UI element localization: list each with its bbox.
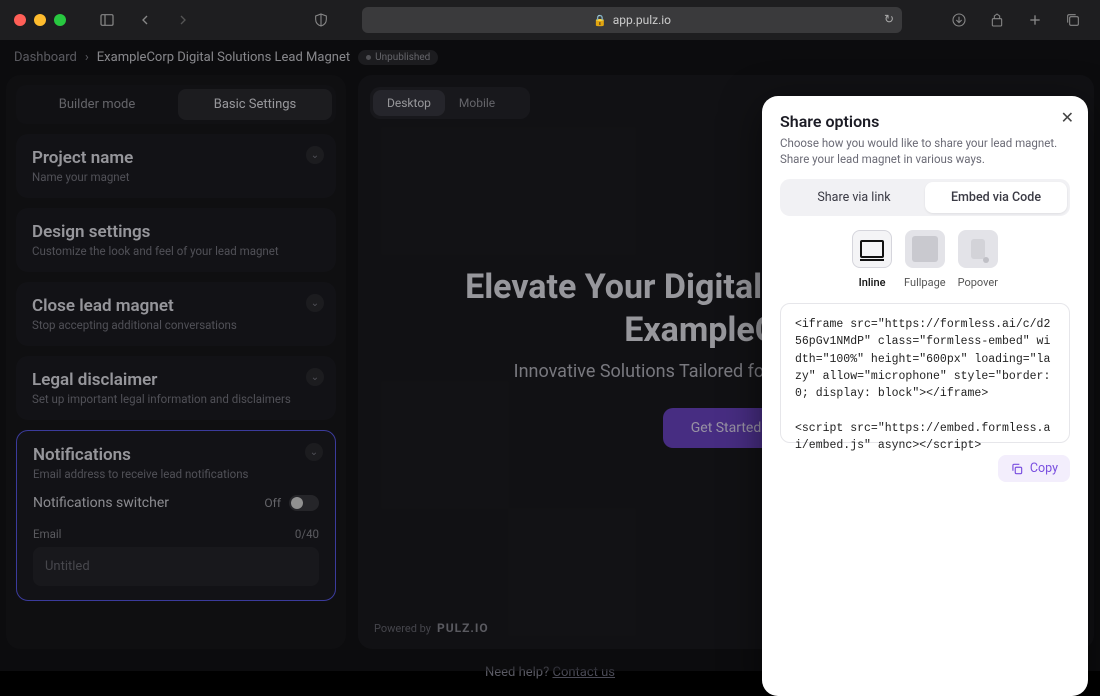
- lock-icon: 🔒: [593, 14, 607, 27]
- back-icon[interactable]: [132, 8, 158, 32]
- tab-share-via-link[interactable]: Share via link: [783, 182, 925, 213]
- email-char-count: 0/40: [295, 527, 319, 541]
- new-tab-icon[interactable]: [1022, 8, 1048, 32]
- browser-chrome: 🔒 app.pulz.io ↻: [0, 0, 1100, 40]
- embed-type-popover[interactable]: Popover: [958, 230, 998, 289]
- popover-icon: [971, 239, 985, 259]
- mode-tabs: Builder mode Basic Settings: [16, 85, 336, 124]
- share-tabs: Share via link Embed via Code: [780, 179, 1070, 216]
- card-design-settings[interactable]: Design settings Customize the look and f…: [16, 208, 336, 272]
- card-project-name[interactable]: Project name Name your magnet ⌄: [16, 134, 336, 198]
- copy-button[interactable]: Copy: [998, 455, 1070, 482]
- share-title: Share options: [780, 112, 1070, 131]
- status-badge: Unpublished: [358, 50, 438, 65]
- embed-code-box[interactable]: <iframe src="https://formless.ai/c/d256p…: [780, 303, 1070, 443]
- card-subtitle: Set up important legal information and d…: [32, 392, 320, 406]
- copy-icon: [1010, 462, 1024, 476]
- url-text: app.pulz.io: [613, 13, 671, 27]
- switch-state-label: Off: [264, 496, 281, 510]
- card-subtitle: Stop accepting additional conversations: [32, 318, 320, 332]
- chevron-down-icon[interactable]: ⌄: [306, 146, 324, 164]
- card-title: Close lead magnet: [32, 296, 320, 316]
- breadcrumb: Dashboard › ExampleCorp Digital Solution…: [0, 40, 1100, 75]
- tab-builder-mode[interactable]: Builder mode: [20, 89, 174, 120]
- tab-basic-settings[interactable]: Basic Settings: [178, 89, 332, 120]
- breadcrumb-current[interactable]: ExampleCorp Digital Solutions Lead Magne…: [97, 50, 350, 65]
- settings-sidebar: Builder mode Basic Settings Project name…: [6, 75, 346, 649]
- breadcrumb-root[interactable]: Dashboard: [14, 50, 77, 65]
- sidebar-toggle-icon[interactable]: [94, 8, 120, 32]
- fullpage-icon: [912, 236, 938, 262]
- card-title: Design settings: [32, 222, 320, 242]
- powered-by: Powered by PULZ.IO: [374, 621, 489, 635]
- notifications-toggle[interactable]: [289, 495, 319, 511]
- share-icon[interactable]: [984, 8, 1010, 32]
- device-tabs: Desktop Mobile: [370, 87, 530, 119]
- notifications-switcher-label: Notifications switcher: [33, 495, 169, 511]
- forward-icon[interactable]: [170, 8, 196, 32]
- tab-desktop[interactable]: Desktop: [373, 90, 445, 116]
- card-legal-disclaimer[interactable]: Legal disclaimer Set up important legal …: [16, 356, 336, 420]
- card-subtitle: Customize the look and feel of your lead…: [32, 244, 320, 258]
- window-controls: [14, 14, 66, 26]
- tabs-icon[interactable]: [1060, 8, 1086, 32]
- reload-icon[interactable]: ↻: [884, 12, 894, 26]
- card-subtitle: Email address to receive lead notificati…: [33, 467, 319, 481]
- embed-type-inline[interactable]: Inline: [852, 230, 892, 289]
- maximize-window-icon[interactable]: [54, 14, 66, 26]
- brand-logo: PULZ.IO: [437, 621, 489, 635]
- email-field-label: Email: [33, 527, 61, 541]
- close-button[interactable]: ✕: [1061, 108, 1074, 127]
- close-window-icon[interactable]: [14, 14, 26, 26]
- share-subtitle: Choose how you would like to share your …: [780, 135, 1070, 167]
- card-title: Notifications: [33, 445, 319, 465]
- chevron-down-icon[interactable]: ⌄: [305, 443, 323, 461]
- email-field[interactable]: Untitled: [33, 547, 319, 586]
- card-close-lead-magnet[interactable]: Close lead magnet Stop accepting additio…: [16, 282, 336, 346]
- chevron-down-icon[interactable]: ⌄: [306, 368, 324, 386]
- embed-type-picker: Inline Fullpage Popover: [780, 230, 1070, 289]
- chevron-right-icon: ›: [85, 50, 89, 65]
- download-icon[interactable]: [946, 8, 972, 32]
- shield-icon[interactable]: [308, 8, 334, 32]
- contact-us-link[interactable]: Contact us: [552, 665, 615, 680]
- card-title: Legal disclaimer: [32, 370, 320, 390]
- chevron-down-icon[interactable]: ⌄: [306, 294, 324, 312]
- tab-embed-via-code[interactable]: Embed via Code: [925, 182, 1067, 213]
- card-notifications[interactable]: Notifications Email address to receive l…: [16, 430, 336, 601]
- url-bar[interactable]: 🔒 app.pulz.io ↻: [362, 7, 902, 33]
- minimize-window-icon[interactable]: [34, 14, 46, 26]
- app-viewport: Dashboard › ExampleCorp Digital Solution…: [0, 40, 1100, 671]
- tab-mobile[interactable]: Mobile: [445, 90, 509, 116]
- card-subtitle: Name your magnet: [32, 170, 320, 184]
- embed-type-fullpage[interactable]: Fullpage: [904, 230, 946, 289]
- card-title: Project name: [32, 148, 320, 168]
- share-popover: ✕ Share options Choose how you would lik…: [762, 96, 1088, 696]
- inline-icon: [860, 240, 884, 258]
